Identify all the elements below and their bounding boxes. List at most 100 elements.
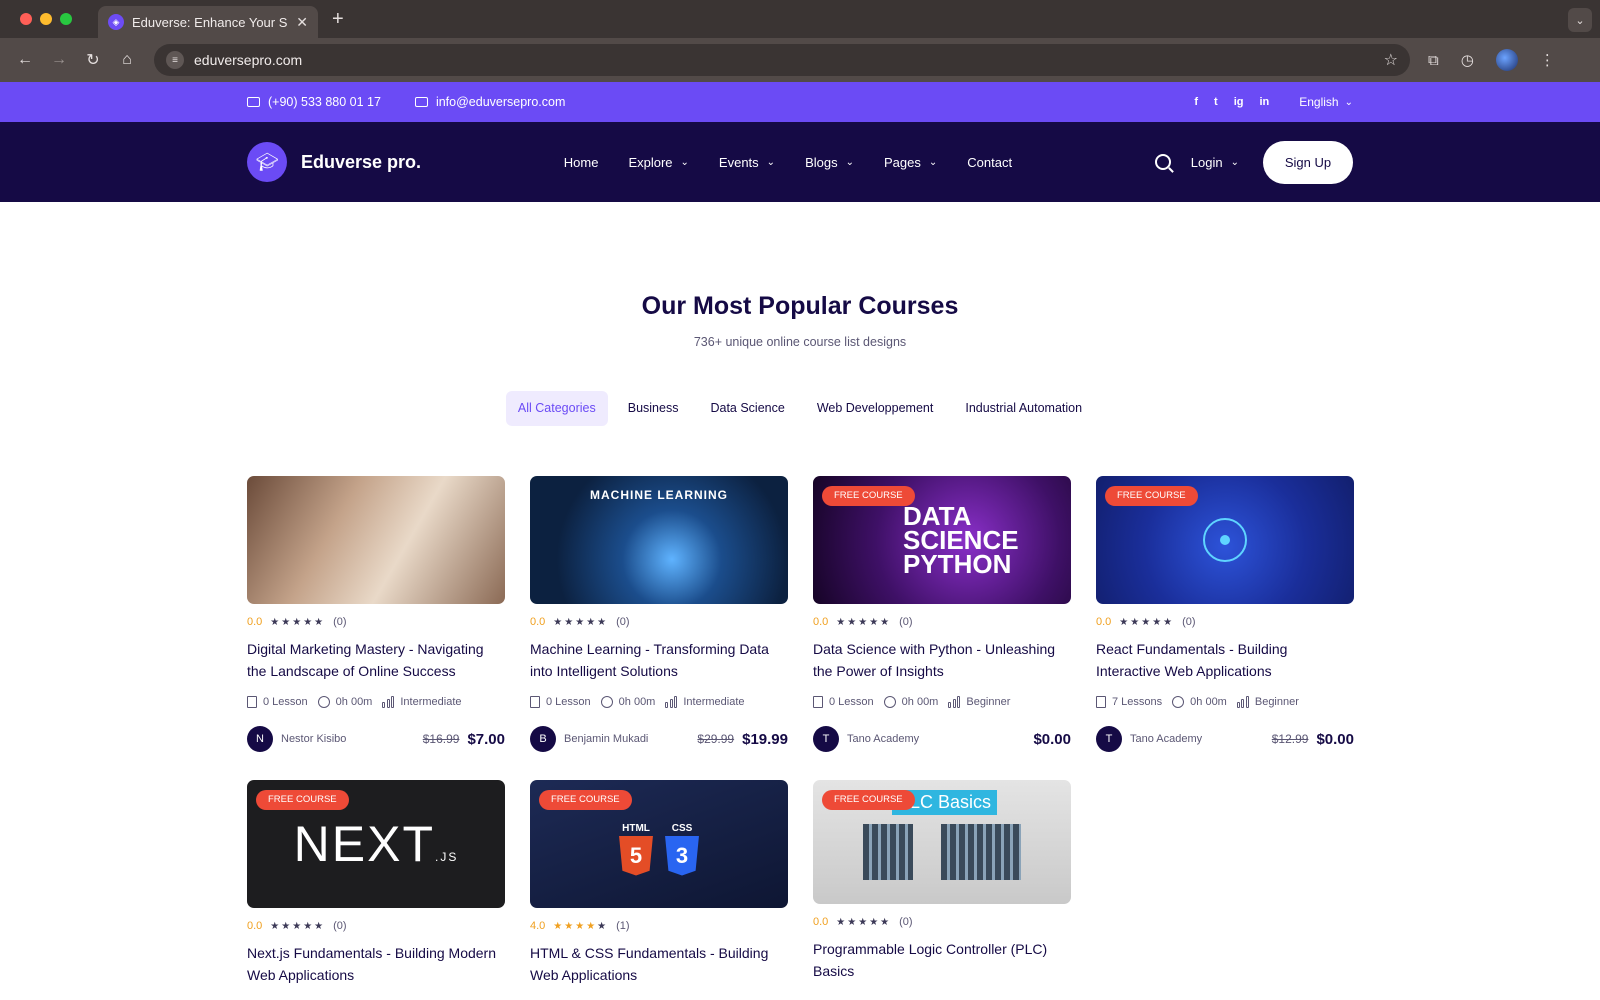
home-icon[interactable]: ⌂: [112, 45, 142, 75]
level: Intermediate: [683, 696, 745, 708]
nav-menu: Home Explore ⌄ Events ⌄ Blogs ⌄ Pages ⌄ Cont…: [564, 155, 1012, 170]
twitter-icon[interactable]: t: [1214, 96, 1218, 108]
lesson-count: 0 Lesson: [546, 696, 591, 708]
rating-score: 0.0: [247, 920, 263, 932]
old-price: $16.99: [422, 732, 460, 746]
course-title[interactable]: Data Science with Python - Unleashing th…: [813, 638, 1071, 682]
contact-bar: (+90) 533 880 01 17 info@eduversepro.com…: [0, 82, 1600, 122]
close-tab-icon[interactable]: ✕: [296, 14, 308, 31]
author-name[interactable]: Tano Academy: [1130, 733, 1272, 745]
html5-logo-icon: 5: [619, 835, 653, 876]
course-thumbnail[interactable]: MACHINE LEARNING: [530, 476, 788, 604]
email-contact[interactable]: info@eduversepro.com: [414, 95, 565, 109]
author-name[interactable]: Nestor Kisibo: [281, 733, 423, 745]
browser-tab[interactable]: ◈ Eduverse: Enhance Your Skills ✕: [98, 6, 318, 38]
course-thumbnail[interactable]: FREE COURSE DATA SCIENCE PYTHON: [813, 476, 1071, 604]
price: $7.00: [467, 730, 505, 748]
review-count: (0): [616, 616, 630, 628]
brand-logo-link[interactable]: 🎓︎ Eduverse pro.: [247, 142, 421, 182]
course-thumbnail[interactable]: FREE COURSE HTML 5 CSS 3: [530, 780, 788, 908]
nav-label: Pages: [883, 154, 921, 170]
new-tab-icon[interactable]: +: [332, 8, 344, 31]
nav-label: Contact: [967, 154, 1013, 170]
course-thumbnail[interactable]: FREE COURSE PLC Basics: [813, 780, 1071, 904]
nav-label: Explore: [628, 154, 673, 170]
author-name[interactable]: Tano Academy: [847, 733, 1033, 745]
course-title[interactable]: Digital Marketing Mastery - Navigating t…: [247, 638, 505, 682]
nav-item-home[interactable]: Home: [564, 155, 599, 170]
course-thumbnail[interactable]: FREE COURSE: [1096, 476, 1354, 604]
brand-name: Eduverse pro.: [301, 151, 422, 172]
nav-item-blogs[interactable]: Blogs ⌄: [805, 155, 854, 170]
level-icon: [1236, 696, 1249, 708]
language-label: English: [1299, 95, 1339, 109]
review-count: (0): [899, 916, 913, 928]
back-icon[interactable]: ←: [10, 45, 40, 75]
filter-all-categories[interactable]: All Categories: [505, 391, 608, 426]
bookmark-star-icon[interactable]: ☆: [1384, 50, 1398, 70]
browser-menu-icon[interactable]: ⋮: [1540, 51, 1555, 69]
course-title[interactable]: Next.js Fundamentals - Building Modern W…: [247, 942, 505, 986]
free-course-badge: FREE COURSE: [256, 790, 349, 810]
course-title[interactable]: HTML & CSS Fundamentals - Building Web A…: [530, 942, 788, 986]
avatar: T: [813, 726, 839, 752]
course-title[interactable]: React Fundamentals - Building Interactiv…: [1096, 638, 1354, 682]
instagram-icon[interactable]: ig: [1234, 96, 1244, 108]
sign-up-button[interactable]: Sign Up: [1262, 140, 1353, 184]
search-icon[interactable]: [1154, 154, 1171, 170]
course-card[interactable]: FREE COURSE NEXT.JS 0.0 ★★★★★ (0) Next.j…: [247, 780, 505, 986]
course-thumbnail[interactable]: [247, 476, 505, 604]
extensions-icon[interactable]: ⧉: [1428, 52, 1439, 69]
course-card[interactable]: 0.0 ★★★★★ (0) Digital Marketing Mastery …: [247, 476, 505, 752]
filter-industrial-automation[interactable]: Industrial Automation: [953, 391, 1094, 426]
reload-icon[interactable]: ↻: [78, 45, 108, 75]
level: Beginner: [1254, 696, 1299, 708]
level-icon: [382, 696, 395, 708]
section-subtitle: 736+ unique online course list designs: [693, 335, 907, 349]
star-rating-icon: ★★★★★: [270, 616, 326, 628]
minimize-window-button[interactable]: [40, 13, 52, 25]
clock-icon: [1172, 696, 1185, 708]
address-bar[interactable]: ≡ eduversepro.com ☆: [154, 44, 1410, 76]
filter-data-science[interactable]: Data Science: [698, 391, 796, 426]
course-card[interactable]: FREE COURSE HTML 5 CSS 3 4.0 ★★★★★ (1) H…: [530, 780, 788, 986]
filter-business[interactable]: Business: [616, 391, 691, 426]
rating-score: 0.0: [530, 616, 546, 628]
course-card[interactable]: FREE COURSE PLC Basics 0.0 ★★★★★ (0) Pro…: [813, 780, 1071, 986]
course-card[interactable]: FREE COURSE 0.0 ★★★★★ (0) React Fundamen…: [1096, 476, 1354, 752]
close-window-button[interactable]: [20, 13, 32, 25]
price: $0.00: [1316, 730, 1354, 748]
filter-web-developpement[interactable]: Web Developpement: [805, 391, 946, 426]
url-text: eduversepro.com: [194, 52, 303, 68]
login-menu[interactable]: Login ⌄: [1191, 155, 1239, 170]
course-title[interactable]: Programmable Logic Controller (PLC) Basi…: [813, 938, 1071, 982]
course-card[interactable]: MACHINE LEARNING 0.0 ★★★★★ (0) Machine L…: [530, 476, 788, 752]
tab-search-icon[interactable]: ⌄: [1568, 8, 1592, 32]
thumbnail-text-main: NEXT: [293, 816, 435, 872]
site-info-icon[interactable]: ≡: [166, 51, 184, 69]
course-card[interactable]: FREE COURSE DATA SCIENCE PYTHON 0.0 ★★★★…: [813, 476, 1071, 752]
nav-item-pages[interactable]: Pages ⌄: [884, 155, 937, 170]
forward-icon[interactable]: →: [44, 45, 74, 75]
nav-item-explore[interactable]: Explore ⌄: [628, 155, 688, 170]
login-label: Login: [1190, 154, 1223, 170]
author-name[interactable]: Benjamin Mukadi: [564, 733, 697, 745]
nav-item-contact[interactable]: Contact: [967, 155, 1012, 170]
course-title[interactable]: Machine Learning - Transforming Data int…: [530, 638, 788, 682]
maximize-window-button[interactable]: [60, 13, 72, 25]
course-thumbnail[interactable]: FREE COURSE NEXT.JS: [247, 780, 505, 908]
course-footer: N Nestor Kisibo $16.99 $7.00: [247, 726, 505, 752]
star-rating-icon: ★★★★★: [553, 616, 609, 628]
nav-item-events[interactable]: Events ⌄: [719, 155, 775, 170]
linkedin-icon[interactable]: in: [1259, 96, 1269, 108]
section-title: Our Most Popular Courses: [641, 292, 959, 320]
facebook-icon[interactable]: f: [1194, 96, 1198, 108]
phone-contact[interactable]: (+90) 533 880 01 17: [247, 95, 381, 109]
thumbnail-text: MACHINE LEARNING: [590, 488, 728, 502]
level: Beginner: [966, 696, 1011, 708]
free-course-badge: FREE COURSE: [822, 486, 915, 506]
avatar: T: [1096, 726, 1122, 752]
language-select[interactable]: English ⌄: [1299, 95, 1353, 109]
history-icon[interactable]: ◷: [1461, 51, 1474, 69]
profile-avatar[interactable]: [1495, 49, 1518, 71]
